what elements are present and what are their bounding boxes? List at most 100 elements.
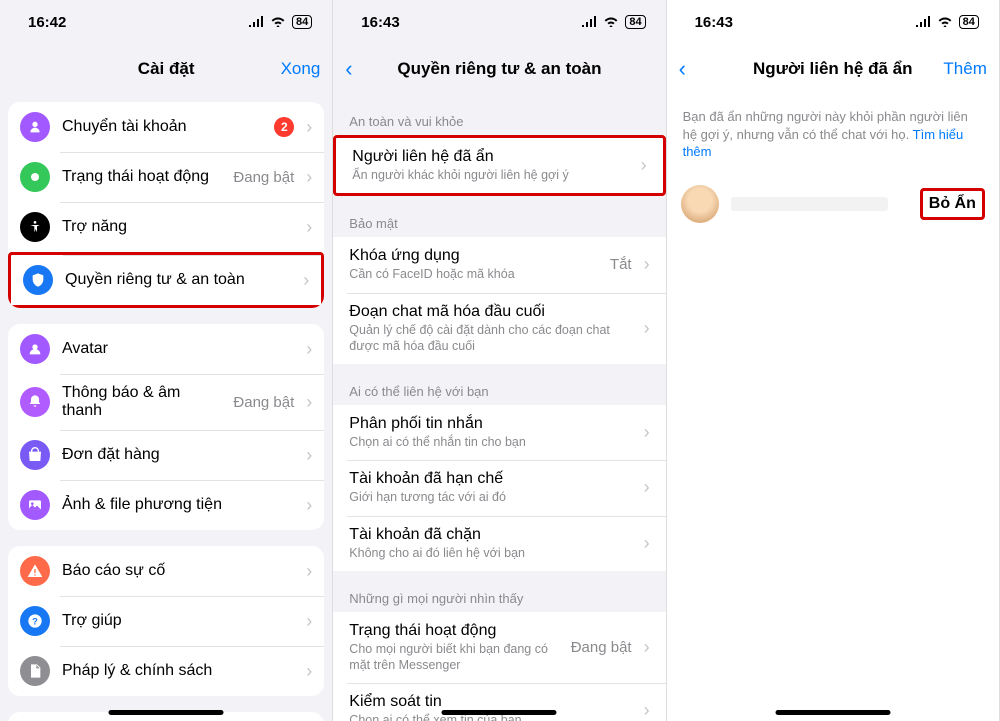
signal-icon xyxy=(915,15,931,30)
back-button[interactable]: ‹ xyxy=(333,44,364,93)
avatar-row[interactable]: Avatar › xyxy=(8,324,324,374)
chevron-right-icon: › xyxy=(644,533,650,554)
row-label: Đoạn chat mã hóa đầu cuối xyxy=(349,303,631,321)
active-status-row[interactable]: Trạng thái hoạt động Đang bật › xyxy=(8,152,324,202)
warning-icon xyxy=(20,556,50,586)
nav-header: ‹ Quyền riêng tư & an toàn xyxy=(333,44,665,94)
accessibility-icon xyxy=(20,212,50,242)
home-indicator[interactable] xyxy=(775,710,890,715)
row-label: Kiểm soát tin xyxy=(349,693,631,711)
switch-account-icon xyxy=(20,112,50,142)
status-time: 16:43 xyxy=(695,14,733,31)
row-label: Ảnh & file phương tiện xyxy=(62,496,294,514)
row-label: Trợ năng xyxy=(62,218,294,236)
row-label: Chuyển tài khoản xyxy=(62,118,262,136)
chevron-right-icon: › xyxy=(306,167,312,188)
notifications-row[interactable]: Thông báo & âm thanh Đang bật › xyxy=(8,374,324,430)
section-header: An toàn và vui khỏe xyxy=(333,94,665,135)
shield-icon xyxy=(23,265,53,295)
restricted-accounts-row[interactable]: Tài khoản đã hạn chế Giới hạn tương tác … xyxy=(333,460,665,515)
row-label: Thông báo & âm thanh xyxy=(62,384,221,420)
info-text: Bạn đã ẩn những người này khỏi phần ngườ… xyxy=(667,94,999,179)
svg-text:?: ? xyxy=(32,616,38,626)
battery-icon: 84 xyxy=(625,15,645,29)
chevron-right-icon: › xyxy=(306,611,312,632)
page-title: Người liên hệ đã ẩn xyxy=(753,59,912,79)
row-label: Pháp lý & chính sách xyxy=(62,662,294,680)
section-contact: Phân phối tin nhắn Chọn ai có thể nhắn t… xyxy=(333,405,665,571)
row-sub: Cần có FaceID hoặc mã khóa xyxy=(349,266,598,282)
section-safety: Người liên hệ đã ẩn Ẩn người khác khỏi n… xyxy=(333,135,665,196)
section-security: Khóa ứng dụng Cần có FaceID hoặc mã khóa… xyxy=(333,237,665,364)
privacy-safety-screen: 16:43 84 ‹ Quyền riêng tư & an toàn An t… xyxy=(333,0,666,721)
row-sub: Cho mọi người biết khi bạn đang có mặt t… xyxy=(349,641,558,674)
status-indicators: 84 xyxy=(915,15,979,30)
add-button[interactable]: Thêm xyxy=(931,44,998,93)
back-button[interactable]: ‹ xyxy=(667,44,698,93)
page-title: Cài đặt xyxy=(138,59,195,79)
settings-group-3: Báo cáo sự cố › ? Trợ giúp › Pháp lý & c… xyxy=(8,546,324,696)
chevron-right-icon: › xyxy=(644,254,650,275)
chevron-right-icon: › xyxy=(644,477,650,498)
row-sub: Chọn ai có thể nhắn tin cho bạn xyxy=(349,434,631,450)
settings-content: Chuyển tài khoản 2 › Trạng thái hoạt độn… xyxy=(0,94,332,721)
app-lock-row[interactable]: Khóa ứng dụng Cần có FaceID hoặc mã khóa… xyxy=(333,237,665,292)
help-icon: ? xyxy=(20,606,50,636)
battery-icon: 84 xyxy=(292,15,312,29)
chevron-right-icon: › xyxy=(306,217,312,238)
signal-icon xyxy=(581,15,597,30)
nav-header: Cài đặt Xong xyxy=(0,44,332,94)
report-issue-row[interactable]: Báo cáo sự cố › xyxy=(8,546,324,596)
story-control-row[interactable]: Kiểm soát tin Chọn ai có thể xem tin của… xyxy=(333,683,665,721)
home-indicator[interactable] xyxy=(109,710,224,715)
switch-account-row[interactable]: Chuyển tài khoản 2 › xyxy=(8,102,324,152)
badge: 2 xyxy=(274,117,294,137)
home-indicator[interactable] xyxy=(442,710,557,715)
hidden-contacts-content: Bạn đã ẩn những người này khỏi phần ngườ… xyxy=(667,94,999,721)
media-icon xyxy=(20,490,50,520)
chevron-right-icon: › xyxy=(306,561,312,582)
contact-avatar[interactable] xyxy=(681,185,719,223)
media-row[interactable]: Ảnh & file phương tiện › xyxy=(8,480,324,530)
hidden-contact-row: Bỏ Ẩn xyxy=(667,179,999,229)
battery-icon: 84 xyxy=(959,15,979,29)
privacy-safety-row[interactable]: Quyền riêng tư & an toàn › xyxy=(8,252,324,308)
unhide-button[interactable]: Bỏ Ẩn xyxy=(920,188,985,220)
e2e-chats-row[interactable]: Đoạn chat mã hóa đầu cuối Quản lý chế độ… xyxy=(333,293,665,365)
status-time: 16:42 xyxy=(28,14,66,31)
row-sub: Ẩn người khác khỏi người liên hệ gợi ý xyxy=(352,167,628,183)
status-bar: 16:42 84 xyxy=(0,0,332,44)
blocked-accounts-row[interactable]: Tài khoản đã chặn Không cho ai đó liên h… xyxy=(333,516,665,571)
settings-group-2: Avatar › Thông báo & âm thanh Đang bật ›… xyxy=(8,324,324,530)
section-header: Ai có thể liên hệ với bạn xyxy=(333,364,665,405)
row-label: Trợ giúp xyxy=(62,612,294,630)
hidden-contacts-row[interactable]: Người liên hệ đã ẩn Ẩn người khác khỏi n… xyxy=(333,135,665,196)
chevron-right-icon: › xyxy=(306,445,312,466)
chevron-right-icon: › xyxy=(641,155,647,176)
section-header: Bảo mật xyxy=(333,196,665,237)
row-sub: Giới hạn tương tác với ai đó xyxy=(349,489,631,505)
section-visibility: Trạng thái hoạt động Cho mọi người biết … xyxy=(333,612,665,721)
legal-row[interactable]: Pháp lý & chính sách › xyxy=(8,646,324,696)
avatar-icon xyxy=(20,334,50,364)
signal-icon xyxy=(248,15,264,30)
help-row[interactable]: ? Trợ giúp › xyxy=(8,596,324,646)
chevron-right-icon: › xyxy=(303,270,309,291)
orders-row[interactable]: Đơn đặt hàng › xyxy=(8,430,324,480)
done-button[interactable]: Xong xyxy=(269,44,333,93)
status-indicators: 84 xyxy=(581,15,645,30)
wifi-icon xyxy=(603,15,619,30)
message-delivery-row[interactable]: Phân phối tin nhắn Chọn ai có thể nhắn t… xyxy=(333,405,665,460)
row-label: Đơn đặt hàng xyxy=(62,446,294,464)
status-bar: 16:43 84 xyxy=(333,0,665,44)
row-label: Khóa ứng dụng xyxy=(349,247,598,265)
settings-group-1: Chuyển tài khoản 2 › Trạng thái hoạt độn… xyxy=(8,102,324,308)
settings-screen: 16:42 84 Cài đặt Xong Chuyển tài khoản 2… xyxy=(0,0,333,721)
accessibility-row[interactable]: Trợ năng › xyxy=(8,202,324,252)
section-header: Những gì mọi người nhìn thấy xyxy=(333,571,665,612)
chevron-right-icon: › xyxy=(306,661,312,682)
nav-header: ‹ Người liên hệ đã ẩn Thêm xyxy=(667,44,999,94)
bag-icon xyxy=(20,440,50,470)
active-status-vis-row[interactable]: Trạng thái hoạt động Cho mọi người biết … xyxy=(333,612,665,684)
chevron-left-icon: ‹ xyxy=(679,56,686,82)
